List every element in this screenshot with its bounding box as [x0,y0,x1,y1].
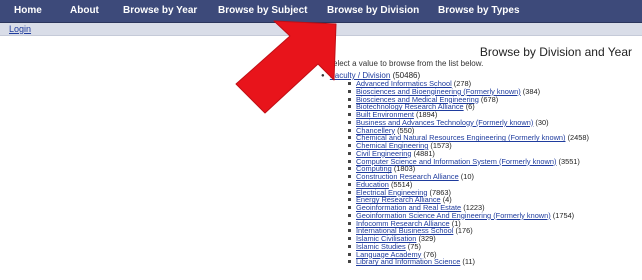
bullet-icon [348,213,351,217]
division-count: (329) [418,234,436,243]
top-navigation-bar: Home About Browse by Year Browse by Subj… [0,0,642,23]
bullet-icon [348,89,351,93]
nav-browse-by-subject[interactable]: Browse by Subject [218,0,307,22]
nav-browse-by-types[interactable]: Browse by Types [438,0,520,22]
bullet-icon [348,182,351,186]
division-count: (678) [480,94,499,104]
bullet-icon [348,237,351,240]
division-count: (2458) [567,133,589,143]
division-count: (11) [462,257,476,267]
sub-toolbar: Login [0,23,642,36]
division-count: (3551) [558,156,580,166]
bullet-icon [348,120,351,124]
nav-home[interactable]: Home [14,0,42,22]
division-list: Advanced Informatics School (278) Biosci… [348,80,589,266]
instructions-text: select a value to browse from the list b… [329,59,484,68]
division-link[interactable]: Library and Information Science [356,257,460,266]
bullet-icon [348,82,351,85]
bullet-icon [348,144,351,147]
list-item: Library and Information Science (11) [348,258,589,266]
division-count: (1754) [552,210,575,220]
bullet-icon [348,151,351,155]
bullet-icon [348,198,351,202]
bullet-icon [348,252,351,256]
bullet-icon [348,175,351,178]
bullet-icon [348,136,351,140]
bullet-icon [348,113,351,116]
bullet-icon [348,128,351,132]
bullet-icon [348,159,351,163]
bullet-icon [348,190,351,194]
bullet-icon [348,260,351,264]
bullet-icon [348,167,351,171]
bullet-icon [348,206,351,209]
bullet-icon [348,244,351,248]
division-count: (30) [535,117,549,127]
division-count: (10) [460,172,474,181]
bullet-icon [348,229,351,233]
bullet-icon: ● [321,73,325,79]
nav-about[interactable]: About [70,0,99,22]
division-count: (176) [455,226,473,236]
page-title: Browse by Division and Year [479,45,632,59]
nav-browse-by-division[interactable]: Browse by Division [327,0,419,22]
division-count: (384) [522,86,541,96]
bullet-icon [348,105,351,109]
bullet-icon [348,97,351,101]
nav-browse-by-year[interactable]: Browse by Year [123,0,197,22]
login-link[interactable]: Login [9,23,31,35]
bullet-icon [348,221,351,225]
division-count: (6) [465,102,475,112]
